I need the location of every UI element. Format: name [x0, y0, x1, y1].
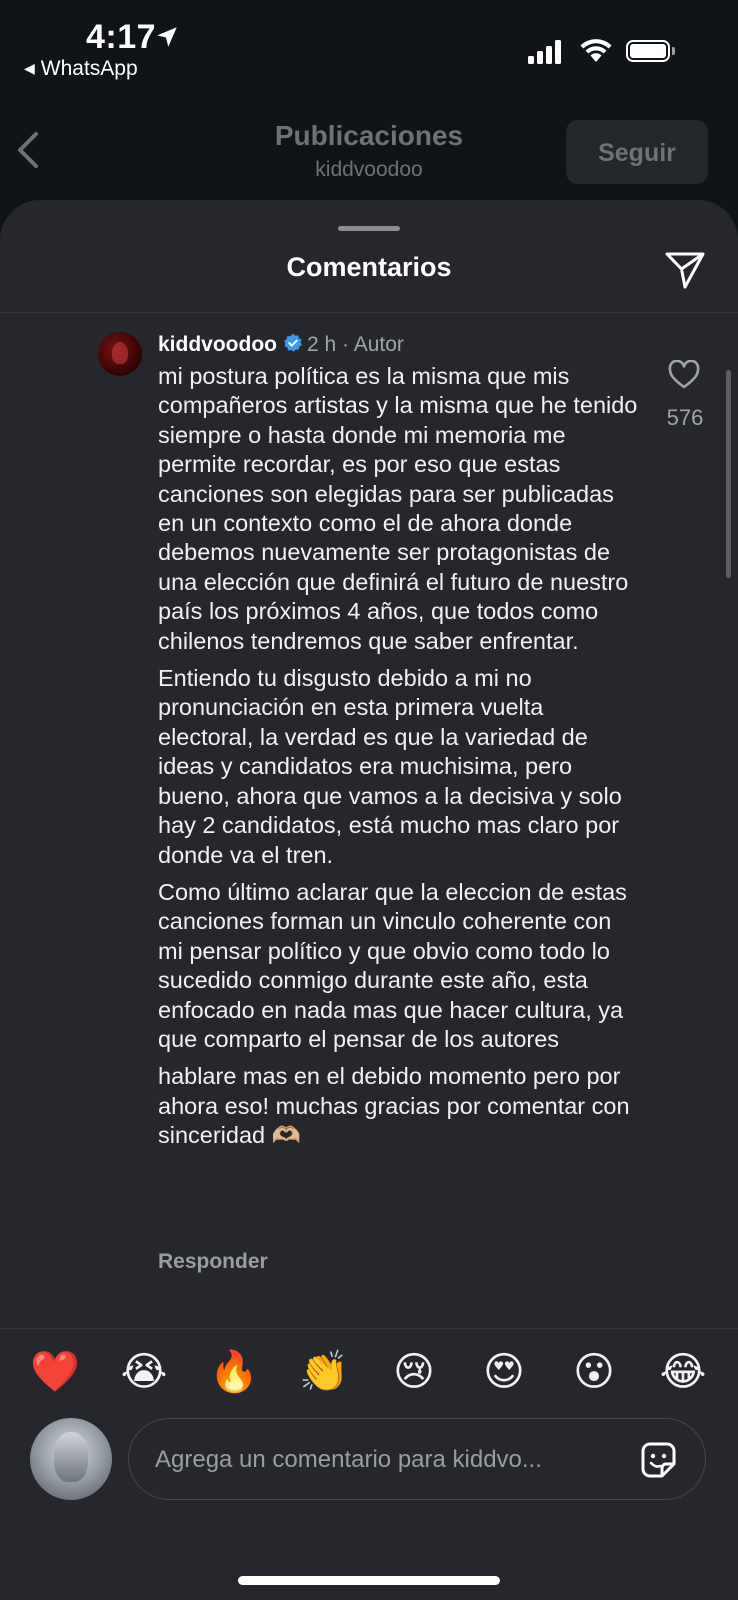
comment-meta: kiddvoodoo 2 h · Autor: [158, 330, 404, 360]
reaction-heart[interactable]: ❤️: [28, 1349, 82, 1395]
meta-separator: ·: [342, 333, 350, 356]
home-indicator[interactable]: [238, 1576, 500, 1585]
author-tag: Autor: [353, 333, 404, 356]
comments-sheet: Comentarios kiddvoodoo 2 h · Autor mi po…: [0, 200, 738, 1600]
comment-time: 2 h: [307, 333, 337, 356]
back-to-app-link[interactable]: ◀ WhatsApp: [24, 57, 138, 81]
comment-input[interactable]: [153, 1439, 597, 1481]
heart-outline-icon[interactable]: [668, 360, 700, 390]
avatar[interactable]: [98, 332, 142, 376]
like-count: 576: [666, 405, 704, 430]
reaction-laughing[interactable]: 😂: [656, 1349, 710, 1395]
reaction-loudly-crying[interactable]: 😭: [117, 1349, 171, 1395]
reaction-crying[interactable]: 😢: [387, 1349, 441, 1395]
sheet-title: Comentarios: [286, 252, 452, 282]
comment-username[interactable]: kiddvoodoo: [158, 333, 277, 356]
status-bar: 4:17 ◀ WhatsApp: [0, 0, 738, 100]
comment-paragraph: Entiendo tu disgusto debido a mi no pron…: [158, 665, 622, 868]
reaction-heart-eyes[interactable]: 😍: [477, 1349, 531, 1395]
cellular-signal-icon: [528, 40, 561, 64]
scrollbar[interactable]: [726, 370, 731, 578]
back-app-label: WhatsApp: [40, 57, 138, 80]
reaction-surprised[interactable]: 😮: [567, 1349, 621, 1395]
wifi-icon: [580, 39, 612, 62]
comment-paragraph: mi postura política es la misma que mis …: [158, 363, 638, 654]
sticker-icon[interactable]: [637, 1439, 679, 1481]
comment-paragraph: Como último aclarar que la eleccion de e…: [158, 878, 627, 1052]
comment-text: mi postura política es la misma que mis …: [158, 362, 638, 1159]
quick-reactions-bar: ❤️ 😭 🔥 👏 😢 😍 😮 😂: [0, 1328, 738, 1415]
comment-composer: [128, 1418, 706, 1500]
battery-icon: [626, 40, 670, 62]
posts-header: Publicaciones kiddvoodoo Seguir: [0, 100, 738, 210]
back-triangle-icon: ◀: [24, 60, 35, 76]
paper-plane-icon[interactable]: [664, 250, 706, 290]
divider: [0, 312, 738, 313]
reply-button[interactable]: Responder: [158, 1250, 268, 1274]
current-user-avatar: [30, 1418, 112, 1500]
reaction-clapping[interactable]: 👏: [297, 1349, 351, 1395]
status-time: 4:17: [86, 18, 157, 56]
location-arrow-icon: [157, 27, 177, 47]
sheet-drag-handle[interactable]: [338, 226, 400, 231]
reaction-fire[interactable]: 🔥: [207, 1349, 261, 1395]
verified-badge-icon: [284, 334, 302, 353]
follow-button[interactable]: Seguir: [566, 120, 708, 184]
comment-paragraph: hablare mas en el debido momento pero po…: [158, 1063, 630, 1149]
